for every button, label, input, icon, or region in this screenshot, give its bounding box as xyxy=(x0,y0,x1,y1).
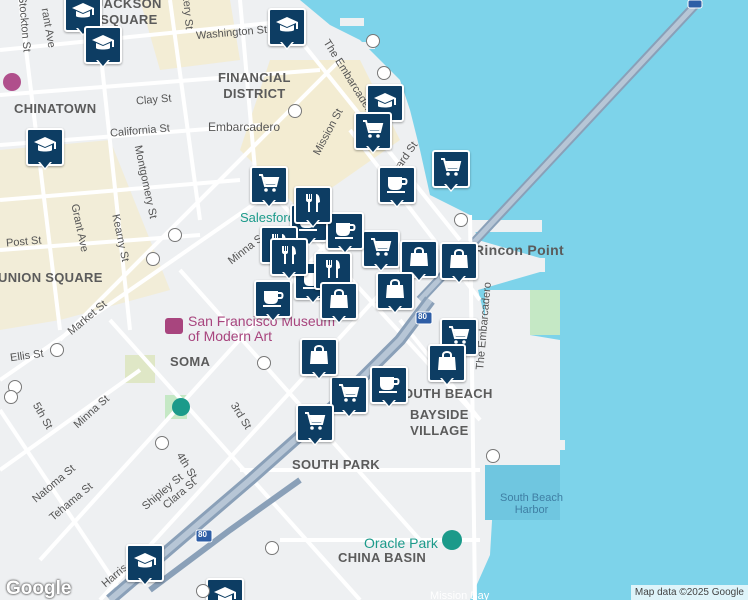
label-embarcadero-station: Embarcadero xyxy=(208,120,281,134)
school-icon xyxy=(133,549,157,578)
transit-stop-icon[interactable] xyxy=(155,436,169,450)
cart-marker[interactable] xyxy=(250,166,288,210)
area-bayside-village: BAYSIDE VILLAGE xyxy=(410,407,469,438)
area-soma: SOMA xyxy=(170,354,211,369)
bag-icon xyxy=(435,349,459,378)
transit-stop-icon[interactable] xyxy=(196,584,210,598)
school-icon xyxy=(275,13,299,42)
area-china-basin: CHINA BASIN xyxy=(338,550,427,565)
area-south-park: SOUTH PARK xyxy=(292,457,380,472)
transit-stop-icon[interactable] xyxy=(377,66,391,80)
i80-shield-2: 80 xyxy=(198,530,207,539)
transit-stop-icon[interactable] xyxy=(50,343,64,357)
bag-icon xyxy=(327,287,351,316)
map-canvas[interactable]: 80 80 JACKSON SQUARE CHINATOWN FINANCIAL… xyxy=(0,0,748,600)
poi-oracle-park[interactable]: Oracle Park xyxy=(364,535,438,551)
area-union-square: UNION SQUARE xyxy=(0,270,103,285)
cart-icon xyxy=(303,409,327,438)
school-icon xyxy=(91,31,115,60)
map-attribution[interactable]: Map data ©2025 Google xyxy=(630,585,748,600)
school-icon xyxy=(71,0,95,28)
transit-stop-icon[interactable] xyxy=(257,356,271,370)
transit-stop-icon[interactable] xyxy=(265,541,279,555)
school-marker[interactable] xyxy=(206,578,244,600)
school-marker[interactable] xyxy=(126,544,164,588)
cart-marker[interactable] xyxy=(296,404,334,448)
cup-icon xyxy=(385,171,409,200)
cart-icon xyxy=(369,235,393,264)
cart-marker[interactable] xyxy=(362,230,400,274)
cup-marker[interactable] xyxy=(370,366,408,410)
cup-icon xyxy=(333,217,357,246)
area-jackson-square: JACKSON SQUARE xyxy=(96,0,162,27)
bag-marker[interactable] xyxy=(440,242,478,286)
transit-stop-icon[interactable] xyxy=(288,104,302,118)
cart-icon xyxy=(337,381,361,410)
dining-marker[interactable] xyxy=(294,186,332,230)
dining-icon xyxy=(301,191,325,220)
bag-marker[interactable] xyxy=(376,272,414,316)
cart-icon xyxy=(361,117,385,146)
bag-marker[interactable] xyxy=(320,282,358,326)
bag-icon xyxy=(383,277,407,306)
cart-icon xyxy=(439,155,463,184)
bag-icon xyxy=(407,245,431,274)
transit-stop-icon[interactable] xyxy=(168,228,182,242)
bag-icon xyxy=(447,247,471,276)
google-logo: Google xyxy=(6,578,72,599)
cart-marker[interactable] xyxy=(330,376,368,420)
transit-stop-icon[interactable] xyxy=(454,213,468,227)
area-chinatown: CHINATOWN xyxy=(14,101,97,116)
bag-marker[interactable] xyxy=(428,344,466,388)
area-rincon-point: Rincon Point xyxy=(474,242,564,258)
cup-marker[interactable] xyxy=(378,166,416,210)
cup-icon xyxy=(261,285,285,314)
dining-icon xyxy=(277,243,301,272)
transit-stop-icon[interactable] xyxy=(146,252,160,266)
poi-mission-bay: Mission Bay xyxy=(430,590,490,600)
cart-marker[interactable] xyxy=(432,150,470,194)
cup-icon xyxy=(377,371,401,400)
cup-marker[interactable] xyxy=(254,280,292,324)
school-marker[interactable] xyxy=(26,128,64,172)
school-marker[interactable] xyxy=(84,26,122,70)
poi-south-beach-harbor: South Beach Harbor xyxy=(500,492,563,516)
transit-stop-icon[interactable] xyxy=(366,34,380,48)
i80-shield: 80 xyxy=(418,312,427,321)
transit-stop-icon[interactable] xyxy=(4,390,18,404)
bag-marker[interactable] xyxy=(300,338,338,382)
school-icon xyxy=(33,133,57,162)
bag-icon xyxy=(307,343,331,372)
street-battery: ttery St xyxy=(179,0,195,30)
transit-stop-icon[interactable] xyxy=(486,449,500,463)
area-financial-district: FINANCIAL DISTRICT xyxy=(218,70,291,101)
dining-marker[interactable] xyxy=(270,238,308,282)
cart-icon xyxy=(257,171,281,200)
school-icon xyxy=(213,583,237,600)
cart-marker[interactable] xyxy=(354,112,392,156)
area-south-beach: SOUTH BEACH xyxy=(394,386,493,401)
school-marker[interactable] xyxy=(268,8,306,52)
